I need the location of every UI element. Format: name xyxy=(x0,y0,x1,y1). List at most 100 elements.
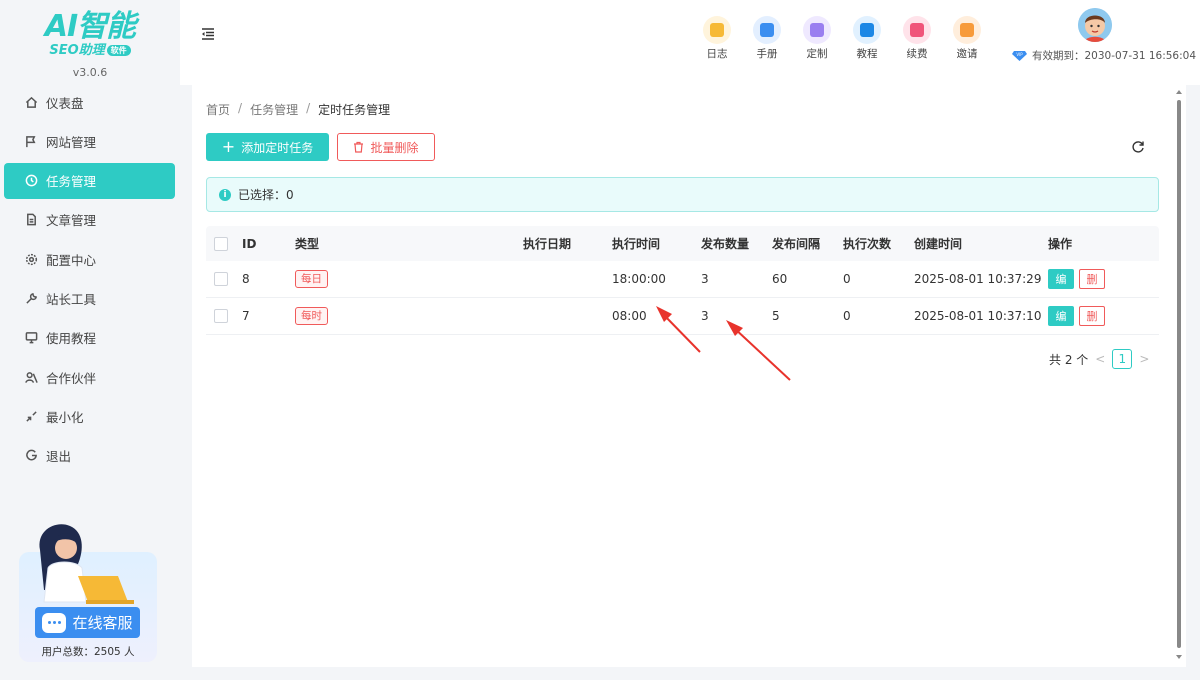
minimize-icon xyxy=(24,409,38,423)
tool-renew[interactable]: 续费 xyxy=(892,16,942,61)
select-all-cell xyxy=(206,236,242,251)
cell-run-count: 0 xyxy=(843,309,851,323)
batch-delete-button[interactable]: 批量删除 xyxy=(337,133,435,161)
envelope-icon xyxy=(953,16,981,44)
table-header: ID 类型 执行日期 执行时间 发布数量 发布间隔 执行次数 创建时间 操作 xyxy=(206,226,1159,261)
sidebar-item-config[interactable]: 配置中心 xyxy=(4,241,175,277)
breadcrumb-home[interactable]: 首页 xyxy=(206,101,230,118)
tool-invite[interactable]: 邀请 xyxy=(942,16,992,61)
batch-delete-label: 批量删除 xyxy=(370,140,419,155)
row-checkbox[interactable] xyxy=(214,309,228,323)
wrench-icon xyxy=(24,291,38,305)
sidebar-item-label: 站长工具 xyxy=(46,291,97,307)
online-service-label: 在线客服 xyxy=(72,614,133,632)
support-agent-illustration xyxy=(39,524,134,604)
sidebar-item-label: 任务管理 xyxy=(46,174,97,190)
wallet-icon xyxy=(903,16,931,44)
cell-id: 7 xyxy=(242,309,250,323)
tool-label: 日志 xyxy=(706,48,728,60)
app-version: v3.0.6 xyxy=(72,66,108,79)
row-checkbox[interactable] xyxy=(214,272,228,286)
prev-page-chevron-icon[interactable]: < xyxy=(1095,352,1105,366)
add-scheduled-task-button[interactable]: + 添加定时任务 xyxy=(206,133,329,161)
online-service-button[interactable]: 在线客服 xyxy=(35,607,140,638)
sidebar-item-label: 仪表盘 xyxy=(46,95,84,111)
sidebar-item-tutorials[interactable]: 使用教程 xyxy=(4,320,175,356)
sidebar-item-logout[interactable]: 退出 xyxy=(4,438,175,474)
menu-fold-icon[interactable] xyxy=(200,27,216,41)
cell-type: 每时 xyxy=(295,307,523,325)
svg-text:VIP: VIP xyxy=(1016,52,1023,57)
chat-bubble-icon xyxy=(42,612,67,633)
sidebar-item-tools[interactable]: 站长工具 xyxy=(4,280,175,316)
cell-type: 每日 xyxy=(295,270,523,288)
edit-button[interactable]: 编 xyxy=(1048,269,1074,289)
clock-icon xyxy=(24,174,38,188)
cell-created-at: 2025-08-01 10:37:29 xyxy=(914,272,1042,286)
column-header-id: ID xyxy=(242,236,257,251)
logo-main-text: AI智能 xyxy=(44,9,136,44)
sidebar-item-label: 合作伙伴 xyxy=(46,370,97,386)
sidebar-item-dashboard[interactable]: 仪表盘 xyxy=(4,84,175,120)
tool-tutorial[interactable]: 教程 xyxy=(842,16,892,61)
column-header-actions: 操作 xyxy=(1048,237,1073,251)
user-count: 用户总数：2505 人 xyxy=(41,646,135,658)
column-header-created-at: 创建时间 xyxy=(914,237,963,251)
flag-icon xyxy=(24,134,38,148)
sidebar-item-label: 网站管理 xyxy=(46,134,97,150)
tool-custom[interactable]: 定制 xyxy=(792,16,842,61)
cell-exec-time: 08:00 xyxy=(612,309,647,323)
scroll-up-arrow-icon[interactable] xyxy=(1176,90,1182,94)
sidebar-nav: 仪表盘 网站管理 任务管理 文章管理 配置中心 站长工具 使用教程 合作伙伴 最… xyxy=(4,84,175,477)
row-select-cell xyxy=(206,272,242,286)
manual-icon xyxy=(753,16,781,44)
home-icon xyxy=(24,95,38,109)
delete-button[interactable]: 删 xyxy=(1079,306,1105,326)
next-page-chevron-icon[interactable]: > xyxy=(1139,352,1149,366)
delete-button[interactable]: 删 xyxy=(1079,269,1105,289)
table-row: 7 每时 08:00 3 5 0 2025-08-01 10:37:10 编 删 xyxy=(206,298,1159,335)
column-header-type: 类型 xyxy=(295,237,320,251)
sidebar-item-articles[interactable]: 文章管理 xyxy=(4,202,175,238)
tutorial-icon xyxy=(853,16,881,44)
pagination: 共 2 个 < 1 > xyxy=(1049,349,1156,369)
cell-created-at: 2025-08-01 10:37:10 xyxy=(914,309,1042,323)
selection-alert: i 已选择：0 xyxy=(206,177,1159,212)
breadcrumb-tasks[interactable]: 任务管理 xyxy=(250,101,298,118)
scroll-down-arrow-icon[interactable] xyxy=(1176,655,1182,659)
cell-actions: 编 删 xyxy=(1048,306,1159,326)
info-icon: i xyxy=(219,188,231,201)
type-tag: 每日 xyxy=(295,270,328,288)
avatar[interactable] xyxy=(1078,8,1112,42)
sidebar-item-tasks[interactable]: 任务管理 xyxy=(4,162,175,199)
sidebar-item-label: 配置中心 xyxy=(46,252,97,268)
select-all-checkbox[interactable] xyxy=(214,236,228,251)
row-select-cell xyxy=(206,309,242,323)
sidebar-item-websites[interactable]: 网站管理 xyxy=(4,123,175,159)
sidebar-item-minimize[interactable]: 最小化 xyxy=(4,398,175,434)
refresh-icon[interactable] xyxy=(1131,140,1145,154)
column-header-publish-interval: 发布间隔 xyxy=(772,237,821,251)
tool-label: 邀请 xyxy=(956,48,978,60)
logo-sub-label: SEO助理 xyxy=(49,43,105,58)
type-tag: 每时 xyxy=(295,307,328,325)
validity-text: 有效期到：2030-07-31 16:56:04 xyxy=(1032,50,1197,62)
cell-actions: 编 删 xyxy=(1048,269,1159,289)
cell-exec-time: 18:00:00 xyxy=(612,272,666,286)
plus-icon: + xyxy=(221,137,236,156)
edit-button[interactable]: 编 xyxy=(1048,306,1074,326)
tool-manual[interactable]: 手册 xyxy=(742,16,792,61)
scheduled-tasks-table: ID 类型 执行日期 执行时间 发布数量 发布间隔 执行次数 创建时间 操作 8… xyxy=(206,226,1159,335)
add-scheduled-task-label: 添加定时任务 xyxy=(241,140,314,155)
page-button-current[interactable]: 1 xyxy=(1112,349,1133,369)
logo-badge: 软件 xyxy=(106,45,131,56)
tool-label: 定制 xyxy=(806,48,828,60)
sidebar-item-partners[interactable]: 合作伙伴 xyxy=(4,359,175,395)
main-scrollbar[interactable] xyxy=(1175,90,1183,660)
sidebar-item-label: 使用教程 xyxy=(46,331,97,347)
scrollbar-thumb[interactable] xyxy=(1177,100,1181,648)
column-header-exec-date: 执行日期 xyxy=(523,237,572,251)
document-icon xyxy=(24,213,38,227)
tool-logs[interactable]: 日志 xyxy=(692,16,742,61)
partner-icon xyxy=(24,370,38,384)
